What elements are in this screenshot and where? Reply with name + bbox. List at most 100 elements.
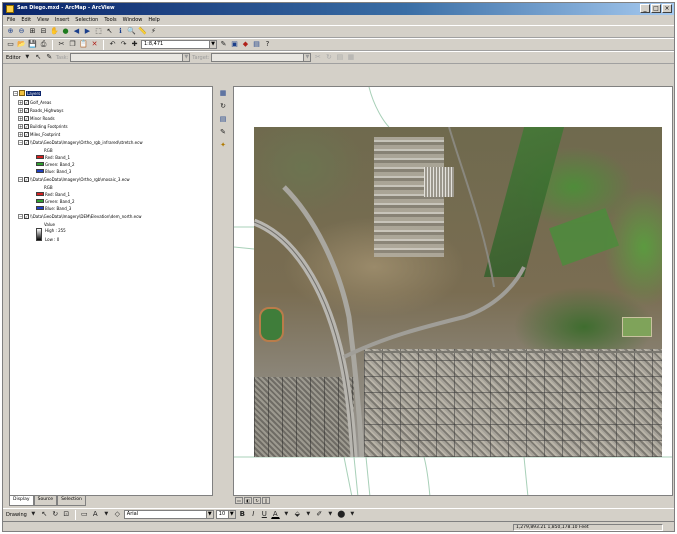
pan-icon[interactable]: ✋ [50, 27, 59, 36]
map-scale-combo[interactable]: 1:8,471 ▼ [141, 40, 217, 49]
zoom-in-icon[interactable]: ⊕ [6, 27, 15, 36]
minimize-button[interactable]: _ [640, 4, 650, 13]
hyperlink-icon[interactable]: ⚡ [149, 27, 158, 36]
georeference-icon[interactable]: ✦ [218, 140, 228, 150]
collapse-icon[interactable]: − [18, 213, 23, 219]
close-button[interactable]: × [662, 4, 672, 13]
font-color-icon[interactable]: A [270, 510, 280, 519]
command-line-icon[interactable]: ◆ [241, 40, 250, 49]
layer-properties-icon[interactable]: ▦ [218, 88, 228, 98]
collapse-icon[interactable]: − [13, 90, 18, 96]
new-document-icon[interactable]: ▭ [6, 40, 15, 49]
expand-icon[interactable]: + [18, 115, 23, 121]
find-icon[interactable]: 🔍 [127, 27, 136, 36]
bold-icon[interactable]: B [238, 510, 247, 519]
maximize-button[interactable]: □ [651, 4, 661, 13]
refresh-icon[interactable]: ↻ [218, 101, 228, 111]
font-name-combo[interactable]: Arial ▼ [123, 510, 214, 519]
rectangle-icon[interactable]: ▭ [80, 510, 89, 519]
drawing-menu[interactable]: Drawing [6, 512, 27, 518]
sketch-properties-icon[interactable]: ▦ [346, 53, 355, 62]
toc-options-icon[interactable]: ▤ [218, 114, 228, 124]
copy-icon[interactable]: ❐ [68, 40, 77, 49]
chevron-down-icon[interactable]: ▼ [182, 54, 190, 61]
redo-icon[interactable]: ↷ [119, 40, 128, 49]
chevron-down-icon[interactable]: ▼ [29, 510, 38, 519]
toc-layer-row[interactable]: + ✓ Roads_Highways [18, 107, 64, 113]
editor-toolbar-icon[interactable]: ✎ [219, 40, 228, 49]
delete-icon[interactable]: ✕ [90, 40, 99, 49]
open-icon[interactable]: 📂 [17, 40, 26, 49]
underline-icon[interactable]: U [260, 510, 269, 519]
print-icon[interactable]: ⎙ [39, 40, 48, 49]
expand-icon[interactable]: + [18, 123, 23, 129]
layer-visibility-checkbox[interactable]: ✓ [24, 115, 29, 121]
select-features-icon[interactable]: ⬚ [94, 27, 103, 36]
chevron-down-icon[interactable]: ▼ [23, 53, 32, 62]
marker-color-icon[interactable]: ⬤ [337, 510, 346, 519]
fill-color-icon[interactable]: ⬙ [293, 510, 302, 519]
toc-layer-row[interactable]: + ✓ Building Footprints [18, 123, 68, 129]
menu-view[interactable]: View [37, 17, 49, 23]
split-tool-icon[interactable]: ✂ [313, 53, 322, 62]
menu-window[interactable]: Window [123, 17, 143, 23]
italic-icon[interactable]: I [249, 510, 258, 519]
expand-icon[interactable]: + [18, 99, 23, 105]
chevron-down-icon[interactable]: ▼ [326, 510, 335, 519]
pause-drawing-button[interactable]: ‖ [262, 497, 270, 504]
edit-vertices-icon[interactable]: ◇ [113, 510, 122, 519]
whats-this-icon[interactable]: ? [263, 40, 272, 49]
collapse-icon[interactable]: − [18, 176, 23, 182]
full-extent-icon[interactable]: ● [61, 27, 70, 36]
toc-layer-row[interactable]: + ✓ Golf_Areas [18, 99, 51, 105]
rotate-icon[interactable]: ↻ [51, 510, 60, 519]
expand-icon[interactable]: + [18, 131, 23, 137]
fixed-zoom-out-icon[interactable]: ⊟ [39, 27, 48, 36]
zoom-out-icon[interactable]: ⊖ [17, 27, 26, 36]
measure-icon[interactable]: 📏 [138, 27, 147, 36]
editor-menu[interactable]: Editor [6, 55, 21, 61]
tab-selection[interactable]: Selection [57, 496, 86, 506]
title-bar[interactable]: San Diego.mxd - ArcMap - ArcView _ □ × [3, 3, 674, 15]
identify-icon[interactable]: ℹ [116, 27, 125, 36]
expand-icon[interactable]: + [18, 107, 23, 113]
attributes-icon[interactable]: ▤ [335, 53, 344, 62]
menu-tools[interactable]: Tools [104, 17, 116, 23]
chevron-down-icon[interactable]: ▼ [348, 510, 357, 519]
menu-edit[interactable]: Edit [21, 17, 31, 23]
paste-icon[interactable]: 📋 [79, 40, 88, 49]
refresh-view-button[interactable]: ↻ [253, 497, 261, 504]
arctoolbox-icon[interactable]: ▣ [230, 40, 239, 49]
layer-visibility-checkbox[interactable]: ✓ [24, 176, 29, 182]
map-view[interactable] [233, 86, 673, 496]
data-view-button[interactable]: ◧ [244, 497, 252, 504]
catalog-icon[interactable]: ▤ [252, 40, 261, 49]
chevron-down-icon[interactable]: ▼ [303, 54, 311, 61]
toc-root-row[interactable]: − Layers [13, 90, 42, 96]
text-icon[interactable]: A [91, 510, 100, 519]
chevron-down-icon[interactable]: ▼ [304, 510, 313, 519]
layer-visibility-checkbox[interactable]: ✓ [24, 131, 29, 137]
layer-visibility-checkbox[interactable]: ✓ [24, 213, 29, 219]
layer-visibility-checkbox[interactable]: ✓ [24, 139, 29, 145]
chevron-down-icon[interactable]: ▼ [282, 510, 291, 519]
fixed-zoom-in-icon[interactable]: ⊞ [28, 27, 37, 36]
layout-view-button[interactable]: ▭ [235, 497, 243, 504]
layer-visibility-checkbox[interactable]: ✓ [24, 107, 29, 113]
target-combo[interactable]: ▼ [211, 53, 312, 62]
cut-icon[interactable]: ✂ [57, 40, 66, 49]
toc-layer-row[interactable]: − ✓ \\Data\GeoData\Imagery\DEM\Elevation… [18, 213, 142, 219]
toc-layer-row[interactable]: + ✓ Minor Roads [18, 115, 55, 121]
layer-visibility-checkbox[interactable]: ✓ [24, 123, 29, 129]
add-data-icon[interactable]: ✚ [130, 40, 139, 49]
graphics-icon[interactable]: ✎ [218, 127, 228, 137]
chevron-down-icon[interactable]: ▼ [102, 510, 111, 519]
undo-icon[interactable]: ↶ [108, 40, 117, 49]
toc-layer-row[interactable]: − ✓ \\Data\GeoData\Imagery\Ortho_rgb_inf… [18, 139, 143, 145]
rotate-tool-icon[interactable]: ↻ [324, 53, 333, 62]
toc-layer-row[interactable]: − ✓ \\Data\GeoData\Imagery\Ortho_rgb\mos… [18, 176, 130, 182]
edit-tool-icon[interactable]: ↖ [34, 53, 43, 62]
select-elements-icon[interactable]: ↖ [40, 510, 49, 519]
menu-file[interactable]: File [7, 17, 15, 23]
collapse-icon[interactable]: − [18, 139, 23, 145]
